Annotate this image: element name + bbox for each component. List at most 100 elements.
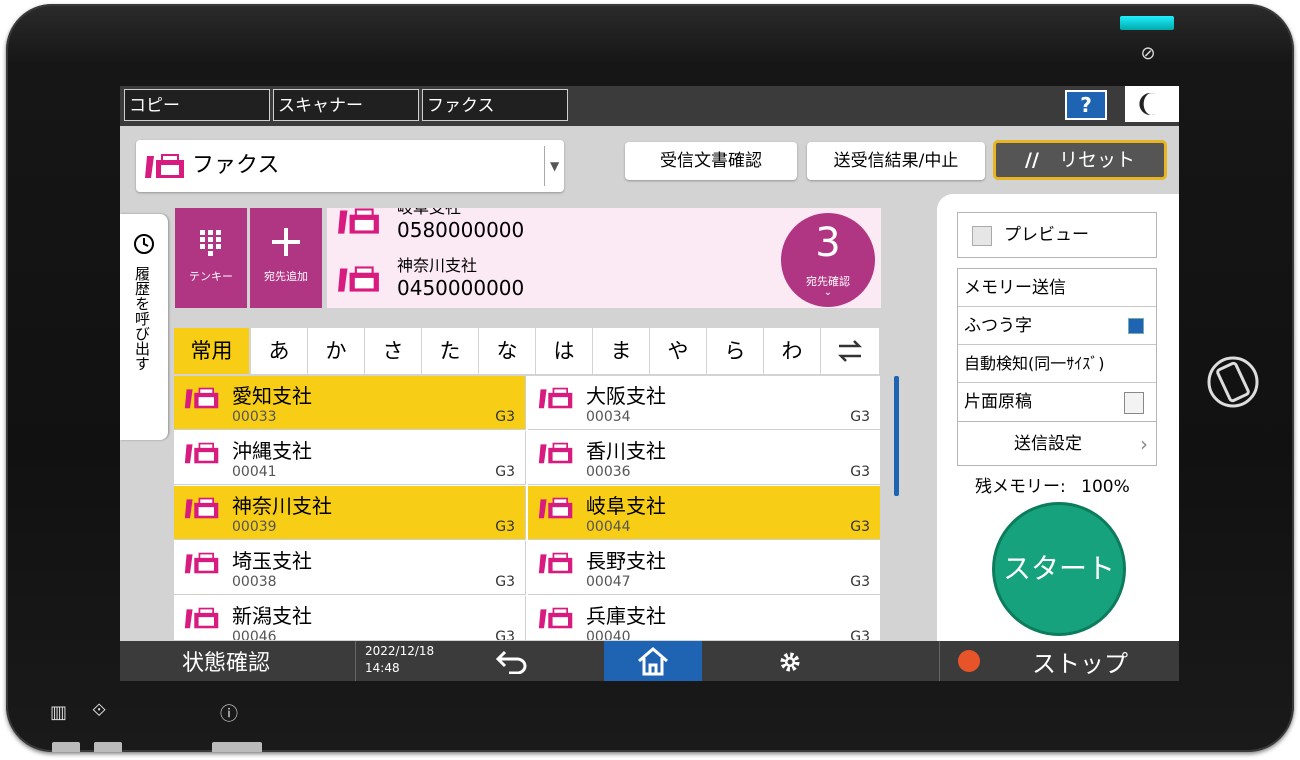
index-tab-ha[interactable]: は — [536, 328, 593, 374]
address-mode: G3 — [495, 409, 515, 425]
address-entry[interactable]: 埼玉支社 00038 G3 — [174, 541, 526, 595]
plus-icon — [272, 228, 300, 256]
preview-toggle[interactable]: プレビュー — [957, 212, 1157, 258]
fax-icon — [538, 387, 573, 409]
address-entry[interactable]: 岐阜支社 00044 G3 — [528, 486, 880, 540]
resolution-icon — [1128, 318, 1144, 334]
address-entry[interactable]: 長野支社 00047 G3 — [528, 541, 880, 595]
date-display: 2022/12/18 — [365, 644, 435, 658]
index-tab-ma[interactable]: ま — [593, 328, 650, 374]
address-code: 00039 — [232, 519, 277, 535]
tx-results-button[interactable]: 送受信結果/中止 — [807, 142, 985, 180]
duplex-label: 片面原稿 — [964, 392, 1032, 412]
address-name: 長野支社 — [586, 549, 666, 573]
clock-icon — [134, 234, 154, 254]
switch-index-button[interactable] — [821, 328, 880, 374]
status-button[interactable]: 状態確認 — [182, 645, 270, 677]
address-code: 00033 — [232, 409, 277, 425]
address-entry[interactable]: 神奈川支社 00039 G3 — [174, 486, 526, 540]
moon-icon — [1139, 93, 1155, 115]
nfc-phone-icon — [1207, 356, 1259, 408]
index-tab-frequent[interactable]: 常用 — [174, 328, 250, 374]
function-select-value: ファクス — [192, 153, 280, 178]
destination-number: 0580000000 — [397, 218, 525, 242]
function-select[interactable]: ファクス ▼ — [136, 140, 564, 192]
index-tab-wa[interactable]: わ — [764, 328, 821, 374]
tenkey-label: テンキー — [189, 270, 233, 283]
address-code: 00038 — [232, 574, 277, 590]
address-name: 大阪支社 — [586, 384, 666, 408]
index-tab-ra[interactable]: ら — [707, 328, 764, 374]
address-book-list: 愛知支社 00033 G3 大阪支社 00034 G3 沖縄支社 00041 G3 香川支社 000… — [174, 376, 880, 640]
history-tab[interactable]: 履歴を呼び出す — [120, 214, 168, 440]
tx-settings-button[interactable]: 送信設定 › — [957, 422, 1157, 466]
address-mode: G3 — [850, 629, 870, 640]
address-entry[interactable]: 愛知支社 00033 G3 — [174, 376, 526, 430]
scan-options: メモリー送信 ふつう字 自動検知(同一ｻｲｽﾞ) 片面原稿 — [957, 268, 1157, 422]
app-bar: コピー スキャナー ファクス ? — [120, 86, 1179, 126]
address-entry[interactable]: 香川支社 00036 G3 — [528, 431, 880, 485]
fax-icon — [338, 266, 379, 292]
address-name: 新潟支社 — [232, 604, 312, 628]
destination-count-button[interactable]: 3 宛先確認 ⌄ — [781, 213, 875, 307]
start-button[interactable]: スタート — [992, 502, 1126, 636]
address-code: 00034 — [586, 409, 631, 425]
address-entry[interactable]: 大阪支社 00034 G3 — [528, 376, 880, 430]
received-docs-button[interactable]: 受信文書確認 — [625, 142, 797, 180]
home-button[interactable] — [604, 641, 702, 681]
tab-copy[interactable]: コピー — [124, 89, 270, 121]
power-icon[interactable]: ⊘ — [1138, 44, 1158, 64]
address-name: 沖縄支社 — [232, 439, 312, 463]
gear-icon[interactable] — [777, 649, 803, 675]
destination-name: 岐阜支社 — [397, 208, 524, 218]
checkbox[interactable] — [972, 226, 992, 246]
reset-button[interactable]: // リセット — [993, 140, 1167, 180]
fax-indicator-icon: ▥ — [50, 702, 68, 723]
tenkey-button[interactable]: テンキー — [175, 208, 247, 308]
address-list-scrollbar[interactable] — [894, 376, 899, 496]
address-mode: G3 — [850, 574, 870, 590]
bezel-tab — [94, 742, 122, 752]
index-tab-na[interactable]: な — [479, 328, 536, 374]
address-code: 00041 — [232, 464, 277, 480]
memory-remaining-value: 100% — [1081, 477, 1130, 497]
fax-icon — [184, 387, 219, 409]
index-tab-a[interactable]: あ — [251, 328, 308, 374]
scan-size-option[interactable]: 自動検知(同一ｻｲｽﾞ) — [958, 345, 1156, 383]
tab-scanner[interactable]: スキャナー — [273, 89, 419, 121]
fax-icon — [184, 442, 219, 464]
sleep-button[interactable] — [1125, 86, 1179, 122]
reset-label: リセット — [1058, 149, 1135, 171]
address-name: 岐阜支社 — [586, 494, 666, 518]
help-button[interactable]: ? — [1065, 90, 1107, 120]
chevron-down-icon: ▼ — [550, 159, 560, 173]
stop-icon — [958, 650, 980, 672]
index-tab-ya[interactable]: や — [650, 328, 707, 374]
preview-label: プレビュー — [1004, 225, 1089, 245]
add-destination-button[interactable]: 宛先追加 — [250, 208, 322, 308]
system-bar: 状態確認 2022/12/18 14:48 ストップ — [120, 641, 1179, 681]
time-display: 14:48 — [365, 661, 400, 675]
memory-tx-option[interactable]: メモリー送信 — [958, 269, 1156, 307]
index-tab-ta[interactable]: た — [422, 328, 479, 374]
address-entry[interactable]: 兵庫支社 00040 G3 — [528, 596, 880, 640]
single-sided-icon — [1124, 392, 1144, 414]
address-code: 00036 — [586, 464, 631, 480]
address-entry[interactable]: 新潟支社 00046 G3 — [174, 596, 526, 640]
index-tab-sa[interactable]: さ — [365, 328, 422, 374]
data-in-icon: ⟐ — [92, 700, 107, 721]
duplex-option[interactable]: 片面原稿 — [958, 383, 1156, 421]
fax-icon — [538, 607, 573, 629]
address-entry[interactable]: 沖縄支社 00041 G3 — [174, 431, 526, 485]
fax-icon — [538, 552, 573, 574]
resolution-option[interactable]: ふつう字 — [958, 307, 1156, 345]
address-name: 香川支社 — [586, 439, 666, 463]
tab-fax[interactable]: ファクス — [422, 89, 568, 121]
address-name: 兵庫支社 — [586, 604, 666, 628]
memory-remaining: 残メモリー: 100% — [975, 472, 1130, 497]
stop-button[interactable]: ストップ — [1032, 644, 1128, 679]
info-icon: ⓘ — [220, 704, 238, 725]
destination-number: 0450000000 — [397, 276, 525, 300]
index-tab-ka[interactable]: か — [308, 328, 365, 374]
back-icon[interactable] — [495, 648, 529, 674]
